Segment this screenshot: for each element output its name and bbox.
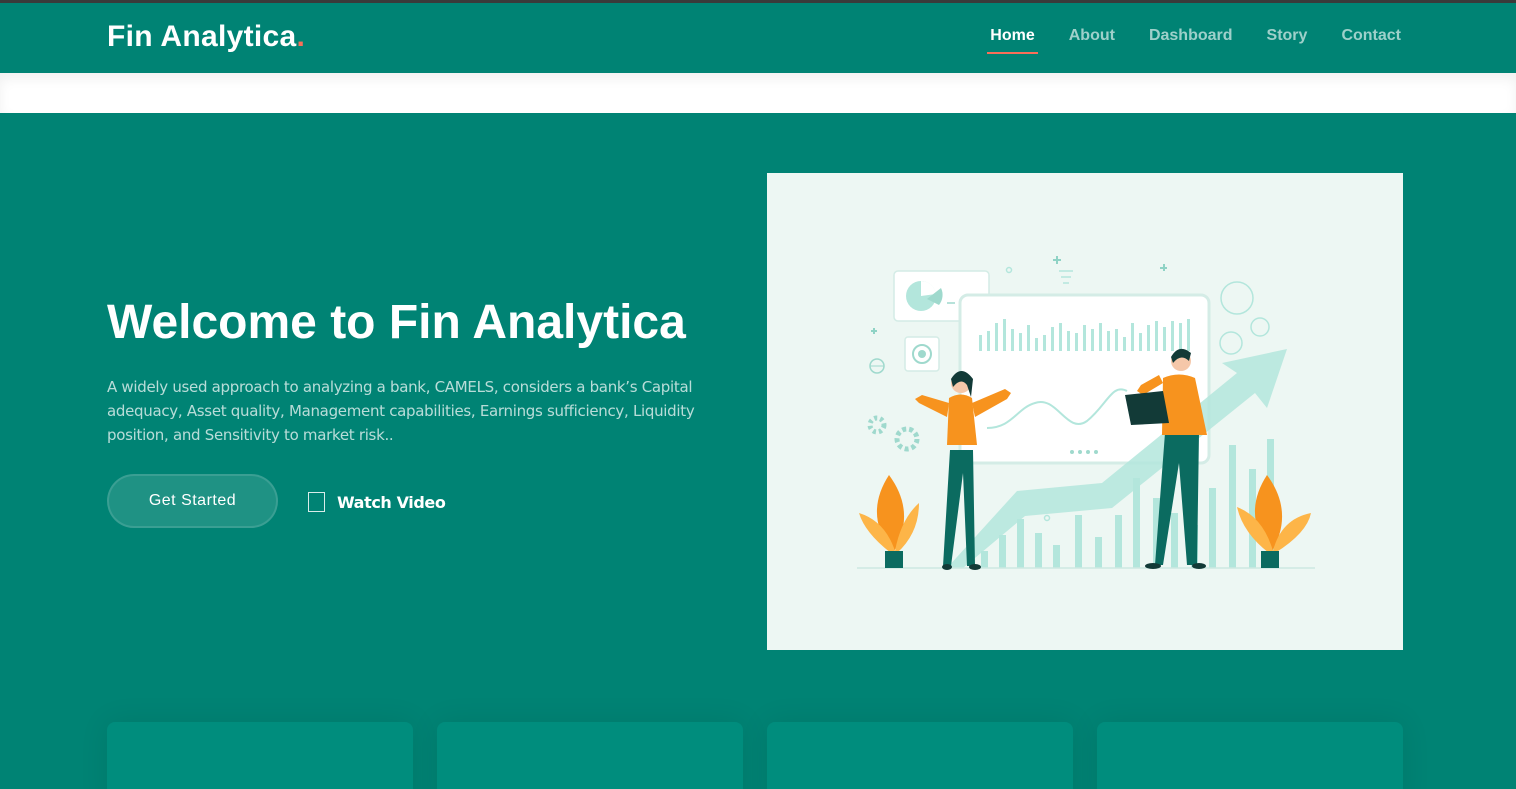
watch-video-label: Watch Video bbox=[337, 492, 446, 512]
nav-home[interactable]: Home bbox=[987, 27, 1039, 54]
nav-contact[interactable]: Contact bbox=[1341, 27, 1401, 45]
woman-figure bbox=[915, 371, 1011, 570]
brand-logo[interactable]: Fin Analytica. bbox=[107, 20, 305, 54]
feature-card-4[interactable] bbox=[1097, 722, 1403, 789]
feature-card-3[interactable] bbox=[767, 722, 1073, 789]
decor-lines bbox=[1059, 270, 1073, 284]
header-spacer-band bbox=[0, 73, 1516, 113]
nav-about[interactable]: About bbox=[1069, 27, 1115, 45]
brand-name: Fin Analytica bbox=[107, 20, 297, 53]
watch-video-link[interactable]: Watch Video bbox=[308, 492, 446, 512]
hero-section: Welcome to Fin Analytica A widely used a… bbox=[0, 113, 1516, 789]
plant-left bbox=[859, 475, 919, 568]
play-video-icon bbox=[308, 492, 325, 512]
main-nav: Home About Dashboard Story Contact bbox=[956, 27, 1401, 54]
plant-right bbox=[1237, 475, 1311, 568]
site-header: Fin Analytica. Home About Dashboard Stor… bbox=[0, 3, 1516, 73]
hero-illustration bbox=[767, 173, 1403, 650]
nav-dashboard[interactable]: Dashboard bbox=[1149, 27, 1233, 45]
gears-icon bbox=[867, 415, 920, 452]
feature-card-2[interactable] bbox=[437, 722, 743, 789]
hero-description: A widely used approach to analyzing a ba… bbox=[107, 378, 695, 444]
brand-dot: . bbox=[296, 20, 306, 53]
feature-card-1[interactable] bbox=[107, 722, 413, 789]
nav-story[interactable]: Story bbox=[1267, 27, 1308, 45]
analytics-illustration-svg bbox=[857, 256, 1315, 570]
hero-title: Welcome to Fin Analytica bbox=[107, 296, 686, 349]
get-started-button[interactable]: Get Started bbox=[107, 474, 278, 528]
